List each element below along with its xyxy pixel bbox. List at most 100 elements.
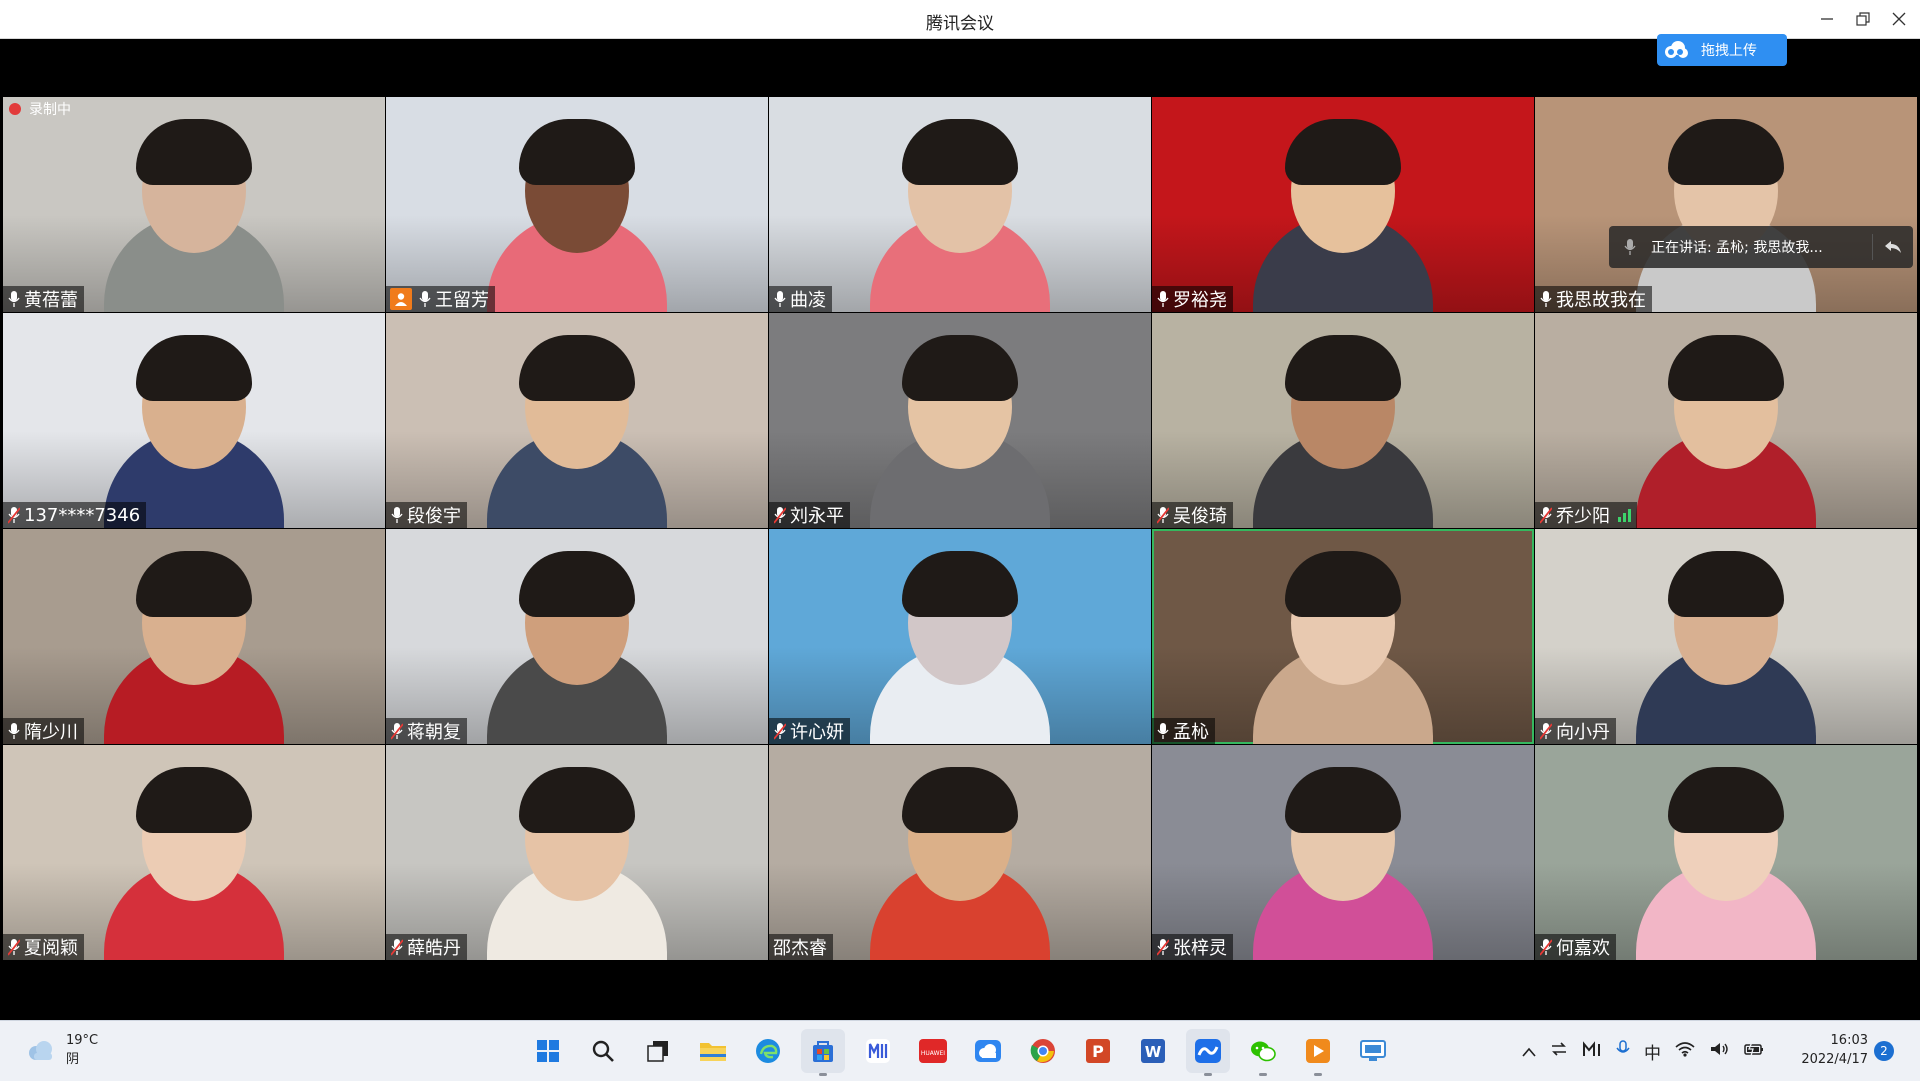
participant-hair (1285, 767, 1401, 833)
store-app[interactable] (801, 1029, 845, 1076)
restore-button[interactable] (1846, 4, 1880, 34)
participant-name-tag: 隋少川 (3, 718, 84, 744)
participant-hair (519, 119, 635, 185)
sync-icon[interactable] (1550, 1041, 1568, 1062)
video-tile[interactable]: 隋少川 (3, 529, 385, 744)
minimize-button[interactable] (1810, 4, 1844, 34)
volume-icon[interactable] (1709, 1041, 1729, 1062)
participant-name-tag: 137****7346 (3, 502, 147, 528)
participant-name-tag: 吴俊琦 (1152, 502, 1233, 528)
participant-hair (136, 119, 252, 185)
drag-upload-button[interactable]: 拖拽上传 (1657, 34, 1787, 66)
participant-hair (136, 551, 252, 617)
start-icon (536, 1039, 560, 1063)
participant-name-tag: 夏阅颖 (3, 934, 84, 960)
battery-icon[interactable] (1743, 1041, 1765, 1062)
powerpoint-app[interactable]: P (1076, 1029, 1120, 1073)
wifi-icon[interactable] (1675, 1041, 1695, 1062)
reply-icon[interactable] (1872, 234, 1913, 260)
participant-name: 张梓灵 (1173, 938, 1227, 959)
participant-hair (902, 767, 1018, 833)
video-tile[interactable]: 夏阅颖 (3, 745, 385, 960)
video-tile[interactable]: 吴俊琦 (1152, 313, 1534, 528)
video-tile[interactable]: 录制中黄蓓蕾 (3, 97, 385, 312)
video-tile[interactable]: 邵杰睿 (769, 745, 1151, 960)
participant-name-tag: 薛皓丹 (386, 934, 467, 960)
ime-indicator[interactable]: 中 (1644, 1039, 1661, 1064)
participant-name: 137****7346 (24, 504, 141, 526)
participant-name-tag: 刘永平 (769, 502, 850, 528)
mic-icon (773, 289, 787, 309)
huawei-app[interactable]: HUAWEI (911, 1029, 955, 1073)
mic-icon (1539, 289, 1553, 309)
video-tile[interactable]: 孟杺 (1152, 529, 1534, 744)
video-tile[interactable]: 137****7346 (3, 313, 385, 528)
notes-app[interactable] (856, 1029, 900, 1073)
video-tile[interactable]: 段俊宇 (386, 313, 768, 528)
tencent-meeting-icon (1194, 1038, 1222, 1064)
cloud-app[interactable] (966, 1029, 1010, 1073)
video-tile[interactable]: 蒋朝复 (386, 529, 768, 744)
participant-name: 薛皓丹 (407, 938, 461, 959)
video-tile[interactable]: 王留芳 (386, 97, 768, 312)
mic-muted-icon (1156, 505, 1170, 525)
file-explorer-app[interactable] (691, 1029, 735, 1073)
video-tile[interactable]: 许心妍 (769, 529, 1151, 744)
mic-icon (390, 505, 404, 525)
screen-app[interactable] (1351, 1029, 1395, 1073)
participant-name: 罗裕尧 (1173, 290, 1227, 311)
participant-name: 吴俊琦 (1173, 506, 1227, 527)
close-button[interactable] (1882, 4, 1916, 34)
chrome-icon (1030, 1038, 1056, 1064)
video-tile[interactable]: 刘永平 (769, 313, 1151, 528)
huawei-icon: HUAWEI (918, 1038, 948, 1064)
clock[interactable]: 16:03 2022/4/17 (1790, 1031, 1868, 1069)
video-tile[interactable]: 我思故我在 (1535, 97, 1917, 312)
mic-muted-icon (1156, 937, 1170, 957)
participant-name: 蒋朝复 (407, 722, 461, 743)
svg-text:HUAWEI: HUAWEI (921, 1050, 945, 1057)
app-tray-icon[interactable] (1582, 1041, 1602, 1062)
task-view-button[interactable] (636, 1029, 680, 1073)
mic-icon (7, 721, 21, 741)
wechat-app[interactable] (1241, 1029, 1285, 1076)
video-tile[interactable]: 曲凌 (769, 97, 1151, 312)
file-explorer-icon (699, 1039, 727, 1063)
video-tile[interactable]: 何嘉欢 (1535, 745, 1917, 960)
video-tile[interactable]: 张梓灵 (1152, 745, 1534, 960)
microphone-icon[interactable] (1616, 1040, 1630, 1063)
chrome-app[interactable] (1021, 1029, 1065, 1073)
participant-name-tag: 黄蓓蕾 (3, 286, 84, 312)
weather-condition: 阴 (66, 1052, 80, 1067)
video-icon (1305, 1038, 1331, 1064)
video-tile[interactable]: 乔少阳 (1535, 313, 1917, 528)
close-icon (1892, 12, 1906, 26)
weather-widget[interactable]: 19°C 阴 (26, 1031, 98, 1069)
video-tile[interactable]: 薛皓丹 (386, 745, 768, 960)
video-tile[interactable]: 向小丹 (1535, 529, 1917, 744)
speaking-indicator[interactable]: 正在讲话: 孟杺; 我思故我... (1609, 226, 1913, 268)
participant-hair (519, 335, 635, 401)
video-app[interactable] (1296, 1029, 1340, 1076)
mic-muted-icon (390, 721, 404, 741)
word-app[interactable]: W (1131, 1029, 1175, 1073)
participant-name: 我思故我在 (1556, 290, 1646, 311)
edge-app[interactable] (746, 1029, 790, 1073)
tencent-meeting-app[interactable] (1186, 1029, 1230, 1076)
participant-name-tag: 许心妍 (769, 718, 850, 744)
notification-badge[interactable]: 2 (1874, 1041, 1894, 1061)
cloud-icon (1657, 34, 1695, 66)
participant-name-tag: 邵杰睿 (769, 934, 833, 960)
participant-hair (902, 551, 1018, 617)
participant-hair (136, 767, 252, 833)
start-button[interactable] (526, 1029, 570, 1073)
participant-name-tag: 孟杺 (1152, 718, 1215, 744)
chevron-up-icon[interactable] (1522, 1042, 1536, 1062)
video-tile[interactable]: 罗裕尧 (1152, 97, 1534, 312)
mic-icon (418, 289, 432, 309)
recording-label: 录制中 (29, 102, 71, 118)
screen-icon (1359, 1039, 1387, 1063)
window-title: 腾讯会议 (926, 14, 994, 34)
search-button[interactable] (581, 1029, 625, 1073)
notes-icon (865, 1038, 891, 1064)
